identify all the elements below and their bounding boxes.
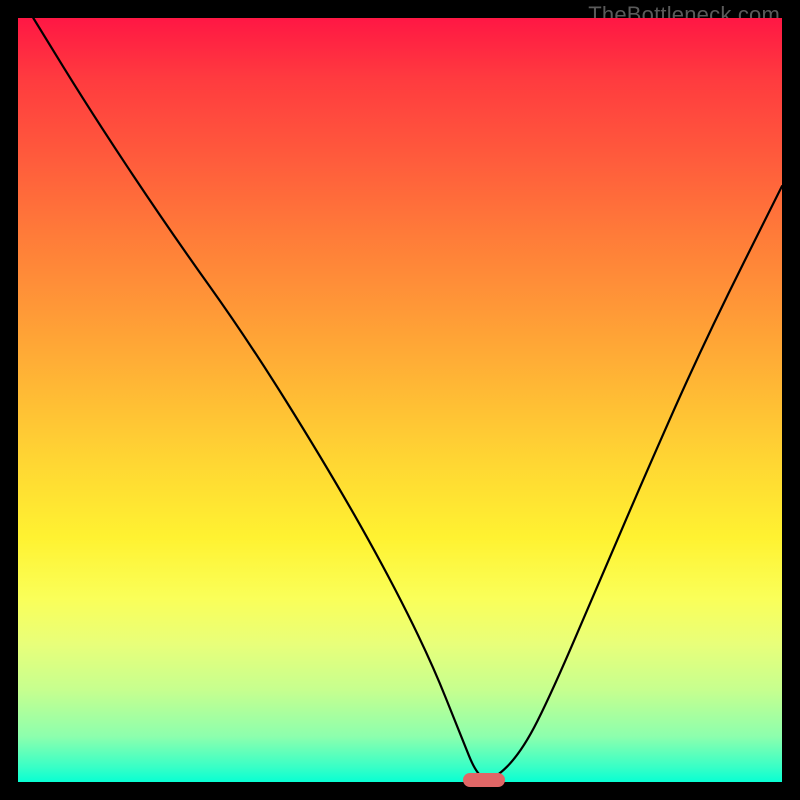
minimum-marker [463, 773, 505, 787]
bottleneck-curve [33, 18, 782, 779]
chart-container: TheBottleneck.com [0, 0, 800, 800]
plot-area [18, 18, 782, 782]
curve-svg [18, 18, 782, 782]
